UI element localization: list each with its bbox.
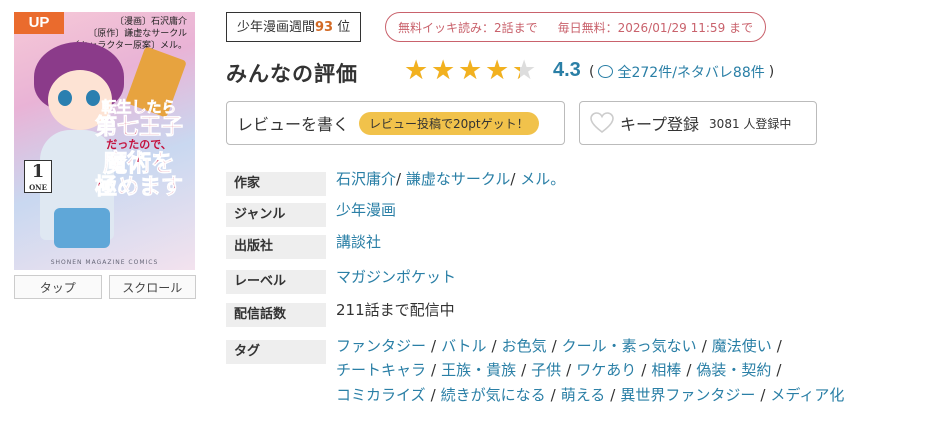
tag-link[interactable]: 相棒 <box>651 361 681 379</box>
tag-separator: / <box>550 386 556 404</box>
info-row-author: 作家 石沢庸介/ 謙虚なサークル/ メル。 <box>226 170 565 196</box>
tag-separator: / <box>551 337 557 355</box>
review-points-badge: レビュー投稿で20ptゲット！ <box>359 111 539 135</box>
author-link[interactable]: 謙虚なサークル <box>406 170 511 188</box>
tag-link[interactable]: 続きが気になる <box>441 386 546 404</box>
tag-line: コミカライズ / 続きが気になる / 萌える / 異世界ファンタジー / メディア化 <box>336 384 844 405</box>
tag-separator: / <box>491 337 497 355</box>
tag-link[interactable]: 偽装・契約 <box>696 361 771 379</box>
tag-separator: / <box>641 361 647 379</box>
tag-link[interactable]: 異世界ファンタジー <box>620 386 755 404</box>
keep-button[interactable]: キープ登録 3081 人登録中 <box>579 101 817 145</box>
rating-heading: みんなの評価 <box>226 62 358 86</box>
cover-illustration-shorts <box>54 208 110 248</box>
tap-view-button[interactable]: タップ <box>14 275 102 299</box>
info-row-publisher: 出版社 講談社 <box>226 233 381 259</box>
speech-bubble-icon <box>598 64 614 78</box>
tag-separator: / <box>431 337 437 355</box>
tag-separator: / <box>686 361 692 379</box>
tag-separator: / <box>566 361 572 379</box>
write-review-button[interactable]: レビューを書く レビュー投稿で20ptゲット！ <box>226 101 565 145</box>
star-icon: ★★ <box>404 55 429 86</box>
rating-stars: ★★★★★★★★★★ <box>404 57 539 85</box>
rating-score: 4.3 <box>553 59 581 81</box>
author-link[interactable]: メル。 <box>520 170 565 188</box>
label-link[interactable]: マガジンポケット <box>336 266 456 287</box>
tag-link[interactable]: 王族・貴族 <box>441 361 516 379</box>
tag-link[interactable]: クール・素っ気ない <box>562 337 697 355</box>
up-badge: UP <box>14 12 64 34</box>
genre-link[interactable]: 少年漫画 <box>336 199 396 220</box>
tag-link[interactable]: バトル <box>441 337 486 355</box>
tag-link[interactable]: ワケあり <box>576 361 636 379</box>
tag-link[interactable]: お色気 <box>502 337 547 355</box>
cover-title: 転生したら 第七王子 だったので、 魔術を 極めます <box>94 98 184 200</box>
tag-separator: / <box>521 361 527 379</box>
book-cover[interactable]: UP 〔漫画〕石沢庸介 〔原作〕謙虚なサークル 〔キャラクター原案〕メル。 転生… <box>14 12 195 270</box>
star-icon: ★★ <box>458 55 483 86</box>
tag-link[interactable]: 魔法使い <box>712 337 772 355</box>
info-row-episodes: 配信話数 211話まで配信中 <box>226 301 455 327</box>
tag-link[interactable]: チートキャラ <box>336 361 426 379</box>
star-icon: ★★ <box>512 55 537 86</box>
tag-separator: / <box>760 386 766 404</box>
tag-separator: / <box>776 361 782 379</box>
tag-link[interactable]: 萌える <box>561 386 606 404</box>
scroll-view-button[interactable]: スクロール <box>108 275 196 299</box>
tag-separator: / <box>610 386 616 404</box>
author-link[interactable]: 石沢庸介 <box>336 170 396 188</box>
heart-icon <box>590 112 614 134</box>
tag-separator: / <box>701 337 707 355</box>
tag-line: チートキャラ / 王族・貴族 / 子供 / ワケあり / 相棒 / 偽装・契約 / <box>336 359 786 380</box>
tag-link[interactable]: 子供 <box>531 361 561 379</box>
rank-number: 93 <box>315 20 334 35</box>
star-icon: ★★ <box>431 55 456 86</box>
info-row-genre: ジャンル 少年漫画 <box>226 201 396 227</box>
star-icon: ★★ <box>485 55 510 86</box>
cover-publisher-line: SHONEN MAGAZINE COMICS <box>50 259 159 266</box>
tag-link[interactable]: コミカライズ <box>336 386 426 404</box>
tag-separator: / <box>776 337 782 355</box>
info-row-tags: タグ <box>226 340 326 364</box>
weekly-rank-tag[interactable]: 少年漫画週間93 位 <box>226 12 362 42</box>
cover-volume-number: 1 ONE <box>24 160 52 193</box>
keep-count: 3081 人登録中 <box>709 116 792 131</box>
free-reading-tag: 無料イッキ読み：2話まで 毎日無料：2026/01/29 11:59 まで <box>385 12 767 42</box>
info-row-label: レーベル マガジンポケット <box>226 268 456 294</box>
tag-separator: / <box>431 361 437 379</box>
review-counts-link[interactable]: ( 全272件/ネタバレ88件 ) <box>589 62 774 82</box>
tag-separator: / <box>430 386 436 404</box>
episodes-value: 211話まで配信中 <box>336 301 455 319</box>
tag-link[interactable]: メディア化 <box>770 386 844 404</box>
cover-eye-left <box>58 90 72 106</box>
view-mode-buttons: タップ スクロール <box>14 275 196 299</box>
publisher-link[interactable]: 講談社 <box>336 231 381 252</box>
tag-link[interactable]: ファンタジー <box>336 337 426 355</box>
author-links: 石沢庸介/ 謙虚なサークル/ メル。 <box>336 170 566 188</box>
tag-line: ファンタジー / バトル / お色気 / クール・素っ気ない / 魔法使い / <box>336 335 787 356</box>
